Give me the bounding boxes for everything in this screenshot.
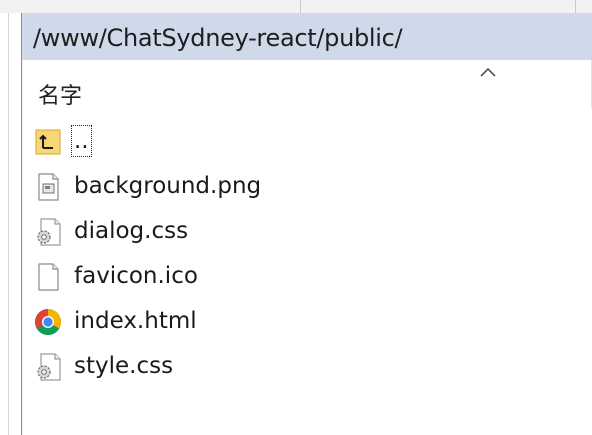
file-name: favicon.ico — [74, 263, 198, 289]
settings-file-icon — [37, 353, 61, 381]
blank-file-icon — [38, 263, 59, 291]
file-row-parent[interactable]: .. — [23, 122, 323, 162]
remote-file-list[interactable]: 名字 .. background.png dialog.css favicon.… — [23, 60, 592, 435]
top-panel-separator — [575, 0, 576, 13]
file-name: .. — [71, 125, 92, 157]
file-name: index.html — [74, 308, 197, 334]
file-row[interactable]: index.html — [23, 302, 323, 342]
file-row[interactable]: background.png — [23, 167, 323, 207]
top-panel-separator — [300, 0, 301, 13]
column-header-name-label: 名字 — [38, 84, 83, 109]
file-row[interactable]: style.css — [23, 347, 323, 387]
file-row[interactable]: favicon.ico — [23, 257, 323, 297]
image-file-icon — [38, 173, 59, 201]
file-row[interactable]: dialog.css — [23, 212, 323, 252]
column-header-name[interactable]: 名字 — [23, 60, 592, 110]
file-name: dialog.css — [74, 218, 189, 244]
sort-ascending-icon — [480, 67, 496, 77]
file-name: style.css — [74, 353, 174, 379]
file-name: background.png — [74, 173, 262, 199]
top-panel-edge — [0, 0, 592, 13]
remote-path-bar[interactable]: /www/ChatSydney-react/public/ — [22, 13, 592, 60]
local-pane-divider — [8, 13, 9, 435]
local-pane-edge — [0, 13, 22, 435]
parent-folder-icon — [35, 129, 61, 155]
chrome-icon — [34, 309, 62, 336]
settings-file-icon — [37, 218, 61, 246]
